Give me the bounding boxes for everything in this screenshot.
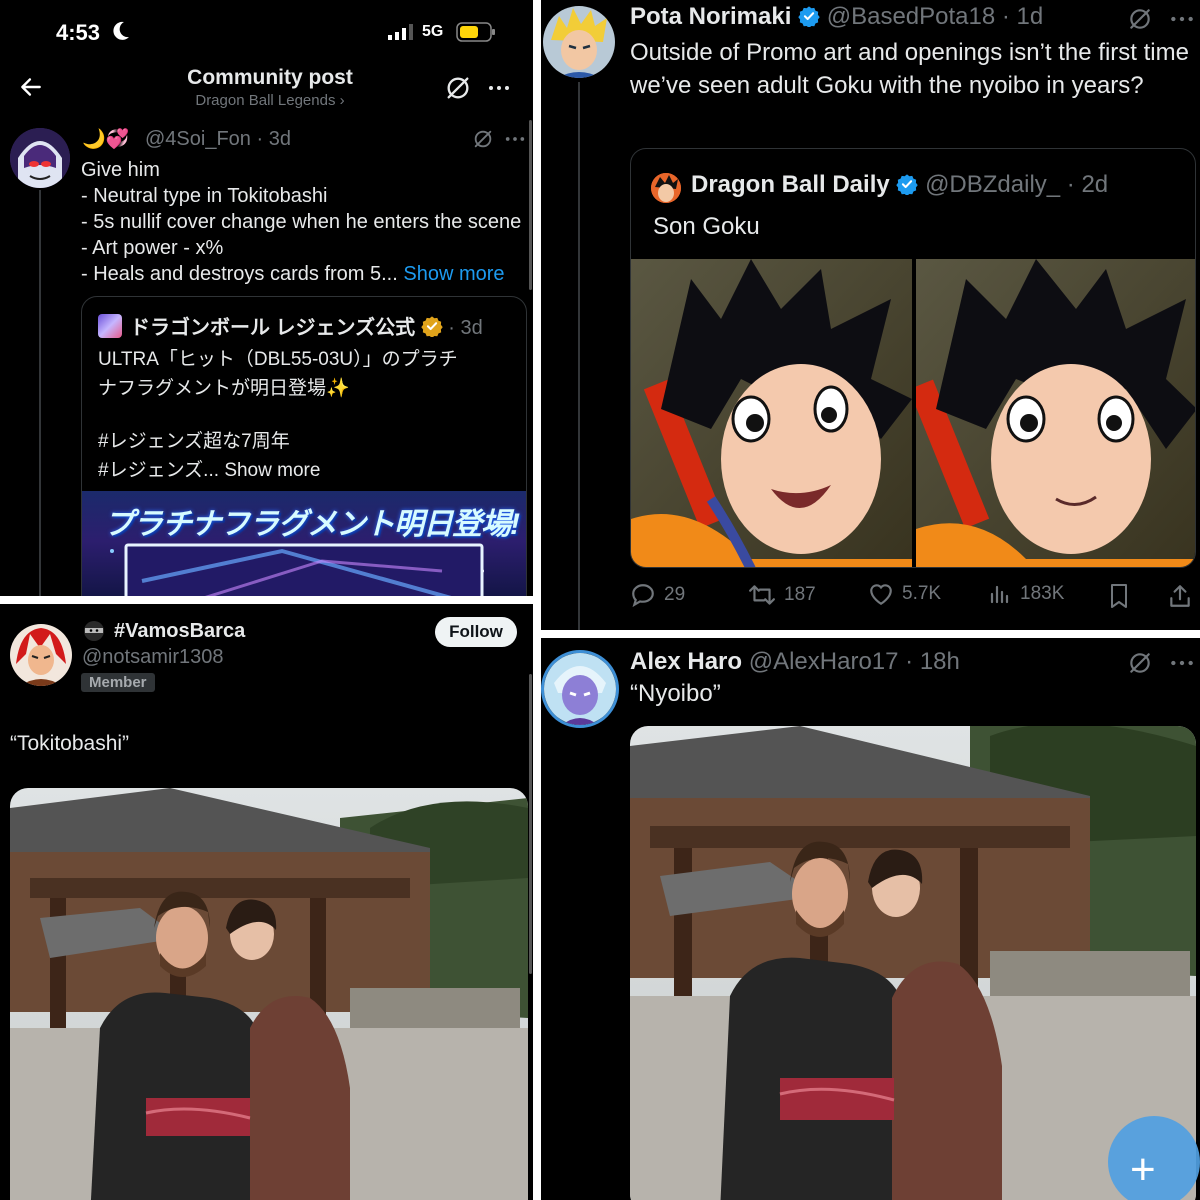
post-text: “Nyoibo” [630,680,721,707]
avatar[interactable] [541,650,619,728]
reply-icon [632,584,654,608]
quote-time: · 3d [448,317,483,339]
reply-handle[interactable]: @4Soi_Fon · 3d [145,128,291,151]
author-handle[interactable]: @notsamir1308 [82,646,223,669]
grok-icon[interactable] [472,128,494,150]
follow-button[interactable]: Follow [435,617,517,647]
more-options-icon[interactable] [504,128,526,150]
author-handle[interactable]: @AlexHaro17 · 18h [749,648,960,675]
grok-icon[interactable] [1127,6,1153,32]
avatar[interactable] [10,128,70,188]
author-name[interactable]: Pota Norimaki [630,3,791,30]
banner-image[interactable]: プラチナフラグメント明日登場! [82,491,526,596]
battery-icon [456,22,496,47]
reply-line: Give him [81,159,160,181]
banner-text: プラチナフラグメント明日登場! [104,508,520,541]
moon-icon [112,21,130,46]
network-label: 5G [422,23,444,40]
verified-gold-icon [421,317,443,339]
grok-icon[interactable] [444,74,472,102]
more-options-icon[interactable] [486,76,512,100]
avatar[interactable] [10,624,72,686]
quote-author-name: ドラゴンボール レジェンズ公式 [130,317,416,339]
author-name[interactable]: #VamosBarca [114,620,245,643]
reply-panel: Alex Haro @AlexHaro17 · 18h “Nyoibo” + [541,638,1200,1200]
compose-fab[interactable]: + [1108,1116,1200,1200]
community-post-panel: 4:53 5G Community post Dragon Ball Legen… [0,0,533,596]
thread-line [578,82,580,630]
like-button[interactable]: 5.7K [868,582,941,606]
quote-line: ULTRA「ヒット（DBL55-03U）」のプラチ [98,349,458,370]
thread-line [39,190,41,596]
views-count: 183K [1020,583,1065,604]
show-more-link[interactable]: Show more [403,263,504,285]
bookmark-icon[interactable] [1107,583,1131,609]
views-button[interactable]: 183K [988,582,1064,606]
reply-line-text: - Heals and destroys cards from 5... [81,263,398,285]
more-options-icon[interactable] [1169,6,1195,32]
goku-image-left[interactable] [631,259,912,567]
quote-avatar [651,173,681,203]
quote-author-name: Dragon Ball Daily [691,171,890,198]
heart-icon [870,584,892,606]
reply-line: - Neutral type in Tokitobashi [81,185,328,207]
show-more-link[interactable]: Show more [224,460,320,481]
post-text: “Tokitobashi” [10,732,130,755]
verified-icon [896,171,918,198]
author-name[interactable]: Alex Haro [630,648,742,675]
reply-line: - 5s nullif cover change when he enters … [81,211,522,233]
scrollbar[interactable] [529,120,532,290]
scrollbar[interactable] [529,674,532,974]
post-photo[interactable] [630,726,1196,1200]
repost-button[interactable]: 187 [748,582,816,608]
grok-icon[interactable] [1127,650,1153,676]
reply-count: 29 [664,584,686,605]
quote-line: #レジェンズ超な7周年 [98,431,290,452]
status-time: 4:53 [56,20,101,45]
community-reply-panel: #VamosBarca @notsamir1308 Member Follow … [0,604,533,1200]
quote-line: ナフラグメントが明日登場✨ [98,378,350,399]
quote-line: #レジェンズ... Show more [98,456,458,485]
quote-line-text: #レジェンズ... [98,460,220,481]
avatar[interactable] [543,6,615,78]
like-count: 5.7K [902,583,942,604]
ninja-icon [82,620,106,642]
quote-avatar [98,314,122,338]
plus-icon: + [1130,1145,1156,1194]
repost-count: 187 [784,584,816,605]
share-icon[interactable] [1167,583,1193,609]
goku-image-right[interactable] [916,259,1195,567]
more-options-icon[interactable] [1169,650,1195,676]
quote-text: Son Goku [653,213,760,240]
reply-button[interactable]: 29 [630,582,685,608]
verified-icon [798,3,820,30]
reply-line: - Art power - x% [81,237,224,259]
repost-icon [749,585,775,605]
post-photo[interactable] [10,788,528,1200]
views-icon [990,585,1009,604]
member-badge: Member [81,673,155,692]
reply-emoji: 🌙💞 [82,129,130,150]
reply-text: Give him - Neutral type in Tokitobashi -… [81,157,521,287]
quote-handle: @DBZdaily_ · 2d [925,171,1109,198]
quote-tweet-panel: Pota Norimaki @BasedPota18 · 1d Outside … [541,0,1200,630]
quote-card[interactable]: Dragon Ball Daily @DBZdaily_ · 2d Son Go… [630,148,1196,568]
quote-card[interactable]: ドラゴンボール レジェンズ公式 · 3d ULTRA「ヒット（DBL55-03U… [81,296,527,596]
author-handle[interactable]: @BasedPota18 · 1d [827,3,1044,30]
signal-icon [388,24,414,45]
post-text: Outside of Promo art and openings isn’t … [630,39,1189,99]
reply-line: - Heals and destroys cards from 5... Sho… [81,261,521,287]
